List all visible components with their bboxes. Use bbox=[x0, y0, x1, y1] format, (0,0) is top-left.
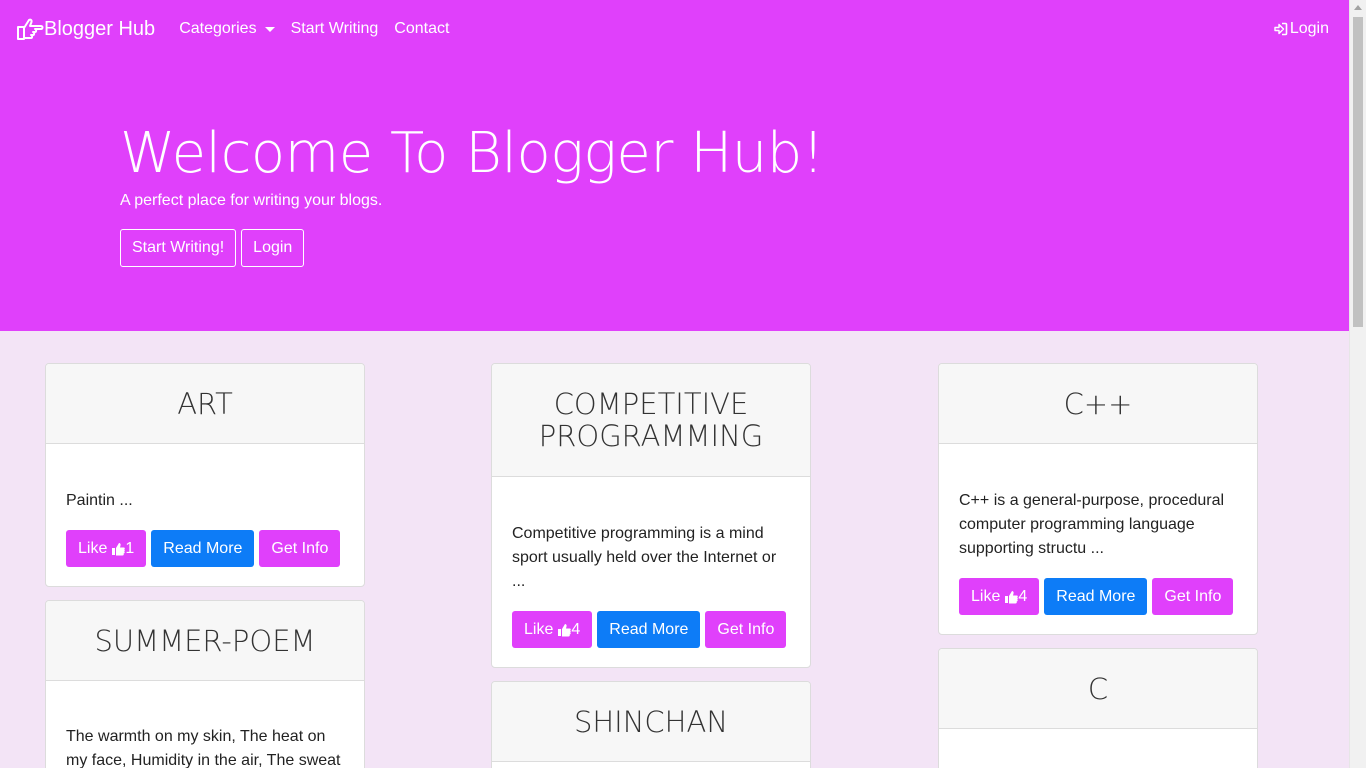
card-text: Competitive programming is a mind sport … bbox=[512, 525, 777, 590]
read-more-button[interactable]: Read More bbox=[151, 530, 255, 567]
brand-link[interactable]: Blogger Hub bbox=[16, 17, 155, 41]
blog-card-art: ART Paintin ... Like 1 Read More Get Inf… bbox=[45, 363, 365, 587]
card-body: The warmth on my skin, The heat on my fa… bbox=[46, 725, 364, 768]
get-info-button[interactable]: Get Info bbox=[705, 611, 787, 648]
thumbs-up-icon bbox=[558, 623, 572, 636]
like-label: Like bbox=[971, 587, 1001, 605]
hero-title: Welcome To Blogger Hub! bbox=[120, 121, 824, 186]
scrollbar[interactable] bbox=[1349, 0, 1366, 768]
blog-card-summer-poem: SUMMER-POEM The warmth on my skin, The h… bbox=[45, 600, 365, 768]
card-title: SHINCHAN bbox=[492, 682, 810, 762]
card-body: Paintin ... Like 1 Read More Get Info bbox=[46, 489, 364, 567]
card-title: SUMMER-POEM bbox=[46, 601, 364, 681]
nav-contact[interactable]: Contact bbox=[394, 20, 449, 38]
read-more-button[interactable]: Read More bbox=[1044, 578, 1148, 615]
hand-pointer-icon bbox=[17, 18, 44, 40]
hero-start-writing-button[interactable]: Start Writing! bbox=[120, 229, 237, 267]
caret-down-icon bbox=[264, 26, 275, 32]
blog-card-shinchan: SHINCHAN bbox=[491, 681, 811, 768]
navbar: Blogger Hub Categories Start Writing Con… bbox=[0, 0, 1349, 58]
blog-card-c: C bbox=[938, 648, 1258, 768]
blog-card-competitive-programming: COMPETITIVE PROGRAMMING Competitive prog… bbox=[491, 363, 811, 668]
get-info-button[interactable]: Get Info bbox=[259, 530, 341, 567]
like-label: Like bbox=[524, 620, 554, 638]
card-buttons: Like 1 Read More Get Info bbox=[66, 530, 344, 567]
card-title: C++ bbox=[939, 364, 1257, 444]
card-text: C++ is a general-purpose, procedural com… bbox=[959, 492, 1225, 557]
hero-login-button[interactable]: Login bbox=[241, 229, 305, 267]
card-body: C++ is a general-purpose, procedural com… bbox=[939, 489, 1257, 615]
card-text: The warmth on my skin, The heat on my fa… bbox=[66, 728, 341, 768]
like-button[interactable]: Like 4 bbox=[512, 611, 593, 648]
blog-card-cpp: C++ C++ is a general-purpose, procedural… bbox=[938, 363, 1258, 635]
hero-jumbotron: Welcome To Blogger Hub! A perfect place … bbox=[0, 58, 1349, 331]
card-title: C bbox=[939, 649, 1257, 729]
hero-subtitle: A perfect place for writing your blogs. bbox=[120, 192, 383, 209]
like-label: Like bbox=[78, 539, 108, 557]
nav-categories-dropdown[interactable]: Categories bbox=[179, 20, 275, 38]
like-count: 1 bbox=[125, 539, 135, 557]
brand-name: Blogger Hub bbox=[44, 17, 156, 40]
card-text: Paintin ... bbox=[66, 492, 133, 509]
sign-in-icon bbox=[1274, 22, 1288, 36]
read-more-button[interactable]: Read More bbox=[597, 611, 701, 648]
card-title: COMPETITIVE PROGRAMMING bbox=[492, 364, 810, 477]
nav-login-label: Login bbox=[1289, 20, 1329, 37]
thumbs-up-icon bbox=[112, 542, 126, 555]
card-title: ART bbox=[46, 364, 364, 444]
nav-categories-label: Categories bbox=[179, 20, 257, 37]
nav-login[interactable]: Login bbox=[1274, 20, 1329, 38]
card-body: Competitive programming is a mind sport … bbox=[492, 522, 810, 648]
like-button[interactable]: Like 1 bbox=[66, 530, 147, 567]
nav-start-writing[interactable]: Start Writing bbox=[291, 20, 379, 38]
hero-buttons: Start Writing! Login bbox=[120, 229, 305, 267]
thumbs-up-icon bbox=[1005, 590, 1019, 603]
scroll-up-arrow-icon[interactable] bbox=[1354, 5, 1362, 10]
like-count: 4 bbox=[571, 620, 581, 638]
get-info-button[interactable]: Get Info bbox=[1152, 578, 1234, 615]
like-button[interactable]: Like 4 bbox=[959, 578, 1040, 615]
card-buttons: Like 4 Read More Get Info bbox=[512, 611, 790, 648]
card-buttons: Like 4 Read More Get Info bbox=[959, 578, 1237, 615]
scrollbar-thumb[interactable] bbox=[1353, 17, 1363, 327]
like-count: 4 bbox=[1018, 587, 1028, 605]
